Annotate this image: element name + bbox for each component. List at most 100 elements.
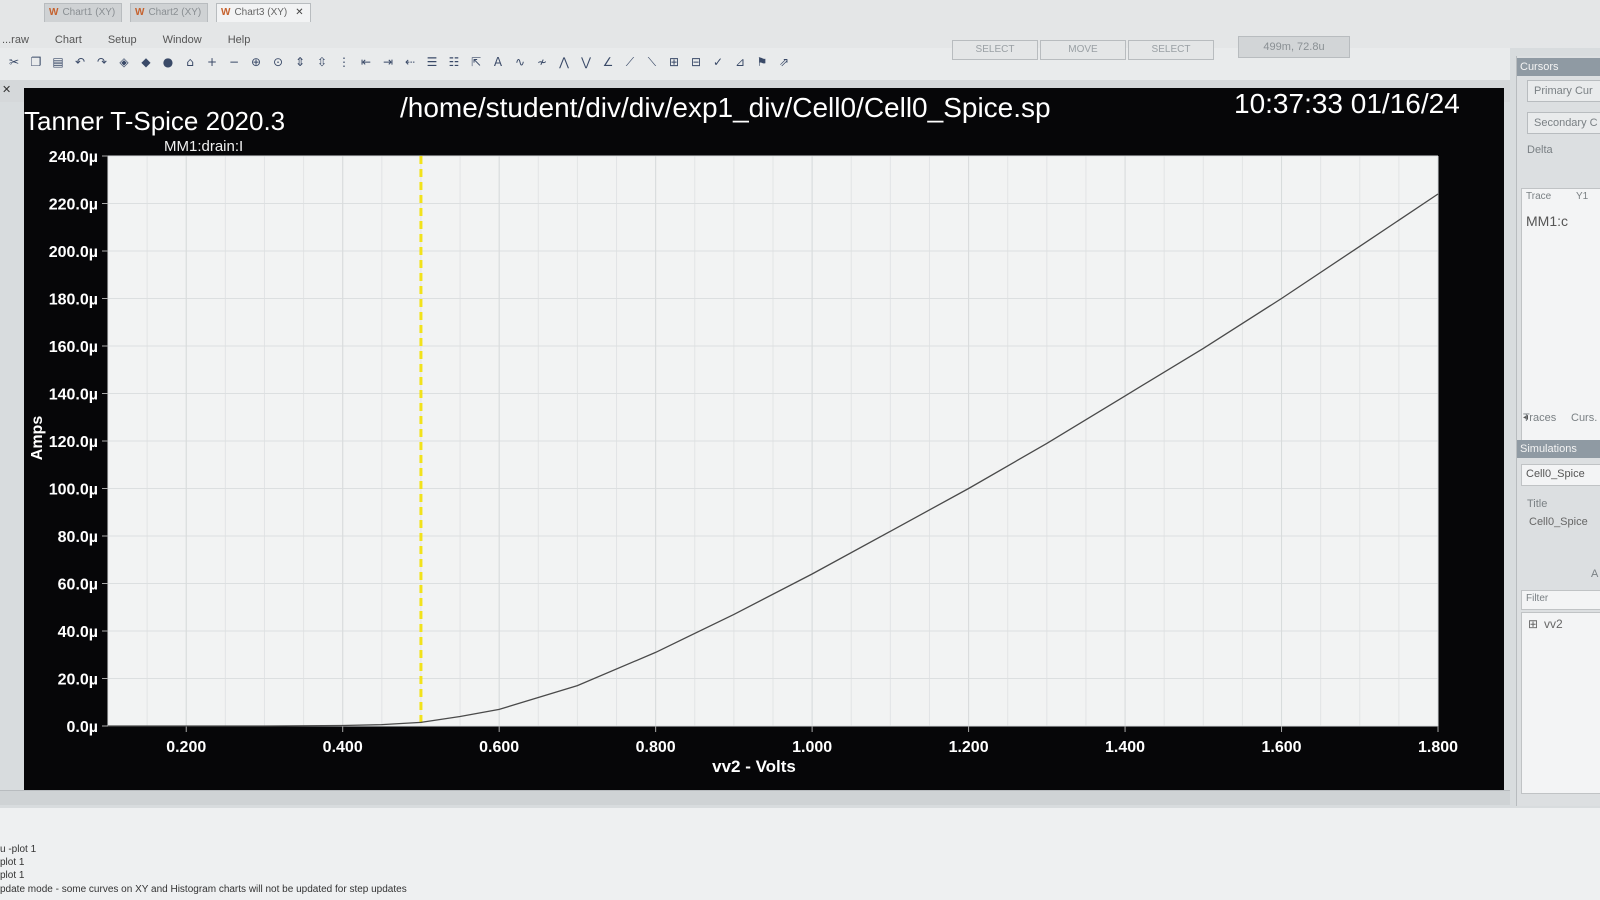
wave5-icon[interactable]: ∠ — [600, 54, 616, 70]
tab-cursors[interactable]: Curs. — [1571, 412, 1597, 424]
wave4-icon[interactable]: ⋁ — [578, 54, 594, 70]
layers-icon[interactable]: ◈ — [116, 54, 132, 70]
redo-icon[interactable]: ↷ — [94, 54, 110, 70]
simulation-select[interactable]: Cell0_Spice — [1521, 464, 1600, 486]
tree-item-vv2[interactable]: vv2 — [1544, 617, 1563, 631]
shrink-icon[interactable]: ⇳ — [314, 54, 330, 70]
wave3-icon[interactable]: ⋀ — [556, 54, 572, 70]
log-line: plot 1 — [0, 857, 25, 868]
a-label: A — [1591, 568, 1599, 580]
copy-icon[interactable]: ❐ — [28, 54, 44, 70]
text-icon[interactable]: A — [490, 54, 506, 70]
undo-icon[interactable]: ↶ — [72, 54, 88, 70]
close-icon[interactable]: ✕ — [2, 83, 11, 96]
chart-frame: Tanner T-Spice 2020.3 /home/student/div/… — [24, 88, 1504, 798]
waveform-icon: W — [49, 7, 59, 18]
menu-list: ...raw Chart Setup Window Help — [2, 34, 250, 46]
fill-icon[interactable]: ◆ — [138, 54, 154, 70]
circle-icon[interactable]: ● — [160, 54, 176, 70]
output-log: u -plot 1 plot 1 plot 1 pdate mode - som… — [0, 808, 1600, 900]
simulations-header: Simulations — [1517, 440, 1600, 458]
prev-icon[interactable]: ⇤ — [358, 54, 374, 70]
x-tick-label: 0.200 — [166, 739, 206, 756]
x-tick-label: 0.800 — [636, 739, 676, 756]
horizontal-scrollbar[interactable] — [0, 790, 1510, 805]
tab-close-icon[interactable]: ✕ — [295, 7, 303, 18]
y-tick-label: 60.0µ — [58, 577, 98, 594]
flag-icon[interactable]: ⚑ — [754, 54, 770, 70]
zoom-in-icon[interactable]: + — [204, 54, 220, 70]
back-icon[interactable]: ⇠ — [402, 54, 418, 70]
zoom-out-icon[interactable]: − — [226, 54, 242, 70]
y-tick-label: 0.0µ — [67, 719, 98, 736]
y-tick-label: 100.0µ — [49, 482, 98, 499]
x-tick-label: 0.600 — [479, 739, 519, 756]
y-tick-label: 20.0µ — [58, 672, 98, 689]
secondary-cursor-button[interactable]: Secondary C — [1527, 112, 1600, 134]
check-icon[interactable]: ✓ — [710, 54, 726, 70]
paste-icon[interactable]: ▤ — [50, 54, 66, 70]
fall-icon[interactable]: ⟍ — [644, 54, 660, 70]
plot-svg[interactable]: 0.0µ 20.0µ 40.0µ 60.0µ 80.0µ 100.0µ 120.0µ 140.… — [24, 88, 1504, 798]
filter-placeholder: Filter — [1526, 593, 1549, 604]
wave1-icon[interactable]: ∿ — [512, 54, 528, 70]
y-tick-label: 220.0µ — [49, 197, 98, 214]
trace-value[interactable]: MM1:c — [1526, 213, 1568, 229]
next-icon[interactable]: ⇥ — [380, 54, 396, 70]
tab-chart1[interactable]: W Chart1 (XY) — [44, 3, 123, 22]
y-tick-label: 120.0µ — [49, 434, 98, 451]
move-button[interactable]: MOVE — [1040, 40, 1126, 60]
tab-label: Chart1 (XY) — [62, 7, 116, 18]
x-tick-label: 0.400 — [323, 739, 363, 756]
select-button[interactable]: SELECT — [952, 40, 1038, 60]
pointer-icon[interactable]: ⇱ — [468, 54, 484, 70]
measure-icon[interactable]: ⊿ — [732, 54, 748, 70]
log-line: pdate mode - some curves on XY and Histo… — [0, 884, 407, 895]
x-axis-label: vv2 - Volts — [712, 757, 796, 776]
zoom-box-icon[interactable]: ⊙ — [270, 54, 286, 70]
tab-chart3[interactable]: W Chart3 (XY) ✕ — [216, 3, 311, 22]
signal-tree: ⊞ vv2 — [1521, 612, 1600, 794]
grid2-icon[interactable]: ⊟ — [688, 54, 704, 70]
delta-label: Delta — [1527, 144, 1553, 156]
list-icon[interactable]: ☰ — [424, 54, 440, 70]
expand-y-icon[interactable]: ⇕ — [292, 54, 308, 70]
tab-label: Chart2 (XY) — [148, 7, 202, 18]
step-icon[interactable]: ⋮ — [336, 54, 352, 70]
toolbar-icons: ✂ ❐ ▤ ↶ ↷ ◈ ◆ ● ⌂ + − ⊕ ⊙ ⇕ ⇳ ⋮ ⇤ ⇥ ⇠ ☰ … — [6, 54, 792, 70]
y-axis-label: Amps — [29, 416, 46, 461]
menu-window[interactable]: Window — [163, 34, 202, 46]
tree-expand-icon[interactable]: ⊞ — [1528, 617, 1538, 631]
x-tick-label: 1.600 — [1262, 739, 1302, 756]
title-value: Cell0_Spice — [1529, 516, 1588, 528]
cut-icon[interactable]: ✂ — [6, 54, 22, 70]
primary-cursor-button[interactable]: Primary Cur — [1527, 80, 1600, 102]
tab-traces[interactable]: Traces — [1523, 412, 1556, 424]
list2-icon[interactable]: ☷ — [446, 54, 462, 70]
select-button-2[interactable]: SELECT — [1128, 40, 1214, 60]
y-tick-label: 140.0µ — [49, 387, 98, 404]
rise-icon[interactable]: ⟋ — [622, 54, 638, 70]
right-panel: Cursors Primary Cur Secondary C Delta Tr… — [1516, 56, 1600, 806]
x-tick-label: 1.400 — [1105, 739, 1145, 756]
zoom-fit-icon[interactable]: ⊕ — [248, 54, 264, 70]
y-tick-label: 240.0µ — [49, 149, 98, 166]
x-tick-label: 1.000 — [792, 739, 832, 756]
filter-field[interactable]: Filter — [1521, 590, 1600, 610]
menu-help[interactable]: Help — [228, 34, 251, 46]
cursor-table: Trace Y1 MM1:c — [1521, 188, 1600, 450]
y1-column-header[interactable]: Y1 — [1576, 191, 1588, 202]
menu-chart[interactable]: Chart — [55, 34, 82, 46]
home-icon[interactable]: ⌂ — [182, 54, 198, 70]
tab-label: Chart3 (XY) — [234, 7, 288, 18]
tab-chart2[interactable]: W Chart2 (XY) — [130, 3, 209, 22]
y-axis: 0.0µ 20.0µ 40.0µ 60.0µ 80.0µ 100.0µ 120.0µ 140.… — [49, 149, 108, 736]
export-icon[interactable]: ⇗ — [776, 54, 792, 70]
grid-icon[interactable]: ⊞ — [666, 54, 682, 70]
y-tick-label: 80.0µ — [58, 529, 98, 546]
wave2-icon[interactable]: ≁ — [534, 54, 550, 70]
simulation-name: Cell0_Spice — [1526, 468, 1585, 480]
menu-draw[interactable]: ...raw — [2, 34, 29, 46]
menu-setup[interactable]: Setup — [108, 34, 137, 46]
trace-column-header[interactable]: Trace — [1526, 191, 1551, 202]
